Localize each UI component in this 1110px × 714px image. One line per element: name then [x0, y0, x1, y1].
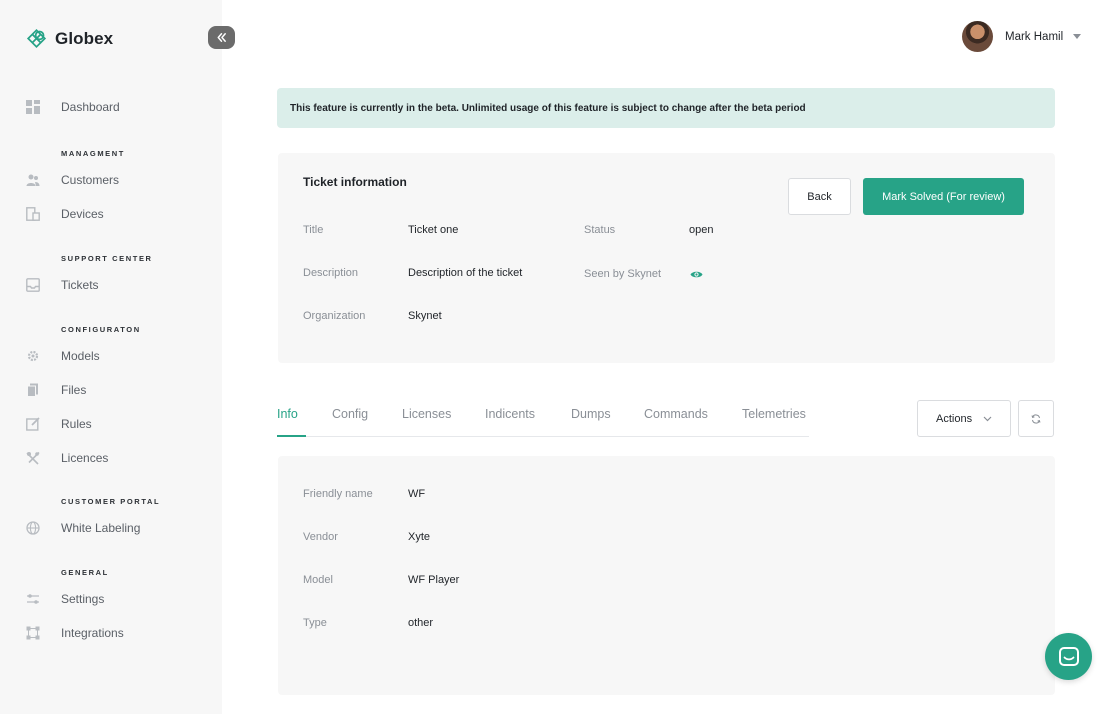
avatar: [962, 21, 993, 52]
sidebar-item-devices[interactable]: Devices: [26, 204, 104, 224]
section-label-portal: CUSTOMER PORTAL: [61, 497, 161, 506]
devices-icon: [26, 207, 40, 221]
tab-bar: Info Config Licenses Indicents Dumps Com…: [277, 403, 809, 437]
sidebar-item-label: Dashboard: [61, 100, 120, 114]
sidebar-item-label: Files: [61, 383, 87, 397]
model-value: WF Player: [408, 574, 460, 586]
sidebar-item-label: White Labeling: [61, 521, 141, 535]
sidebar-item-customers[interactable]: Customers: [26, 170, 119, 190]
users-icon: [26, 173, 40, 187]
sidebar-item-label: Devices: [61, 207, 104, 221]
globe-icon: [26, 521, 40, 535]
sidebar-item-label: Models: [61, 349, 100, 363]
card-title: Ticket information: [303, 175, 407, 189]
sidebar-item-tickets[interactable]: Tickets: [26, 275, 99, 295]
type-value: other: [408, 617, 434, 629]
tab-licenses[interactable]: Licenses: [402, 407, 451, 421]
tab-commands[interactable]: Commands: [644, 407, 708, 421]
section-label-configuration: CONFIGURATON: [61, 325, 141, 334]
tab-indicents[interactable]: Indicents: [485, 407, 535, 421]
sidebar-item-licences[interactable]: Licences: [26, 448, 108, 468]
sidebar-item-label: Rules: [61, 417, 92, 431]
actions-label: Actions: [936, 412, 973, 425]
sidebar-item-label: Customers: [61, 173, 120, 187]
sidebar-item-dashboard[interactable]: Dashboard: [26, 97, 120, 117]
vendor-value: Xyte: [408, 531, 431, 543]
chat-launcher-button[interactable]: [1045, 633, 1092, 680]
tab-info[interactable]: Info: [277, 407, 298, 421]
description-value: Description of the ticket: [408, 267, 523, 279]
chat-icon: [1058, 646, 1079, 666]
brand[interactable]: Globex: [26, 28, 113, 49]
sidebar-item-models[interactable]: Models: [26, 346, 100, 366]
friendly-name-label: Friendly name: [303, 488, 373, 500]
section-label-management: MANAGMENT: [61, 149, 125, 158]
tab-telemetries[interactable]: Telemetries: [742, 407, 806, 421]
user-name: Mark Hamil: [1005, 30, 1064, 43]
organization-value: Skynet: [408, 310, 442, 322]
sidebar: Globex Dashboard MANAGMENT Customers Dev…: [0, 0, 235, 714]
back-button[interactable]: Back: [788, 178, 851, 215]
user-menu[interactable]: Mark Hamil: [962, 21, 1082, 52]
beta-banner-text: This feature is currently in the beta. U…: [290, 102, 806, 114]
mark-solved-button[interactable]: Mark Solved (For review): [863, 178, 1024, 215]
sidebar-item-label: Integrations: [61, 626, 124, 640]
organization-label: Organization: [303, 310, 366, 322]
brand-name: Globex: [55, 28, 114, 48]
sidebar-item-files[interactable]: Files: [26, 380, 86, 400]
sidebar-item-rules[interactable]: Rules: [26, 414, 92, 434]
actions-dropdown[interactable]: Actions: [917, 400, 1011, 437]
gear-icon: [26, 349, 40, 363]
ticket-info-card: Ticket information Back Mark Solved (For…: [278, 153, 1055, 363]
sliders-icon: [26, 592, 40, 606]
friendly-name-value: WF: [408, 488, 426, 500]
title-label: Title: [303, 224, 324, 236]
sidebar-item-integrations[interactable]: Integrations: [26, 623, 124, 643]
tab-dumps[interactable]: Dumps: [571, 407, 611, 421]
device-info-card: Friendly name WF Vendor Xyte Model WF Pl…: [278, 456, 1055, 695]
status-value: open: [689, 224, 714, 236]
status-label: Status: [584, 224, 616, 236]
description-label: Description: [303, 267, 359, 279]
active-tab-indicator: [277, 435, 306, 437]
section-label-general: GENERAL: [61, 568, 109, 577]
inbox-icon: [26, 278, 40, 292]
refresh-button[interactable]: [1018, 400, 1054, 437]
beta-banner: This feature is currently in the beta. U…: [277, 88, 1055, 128]
edit-icon: [26, 417, 40, 431]
sidebar-item-label: Tickets: [61, 278, 99, 292]
collapse-sidebar-button[interactable]: [208, 26, 235, 49]
dashboard-icon: [26, 100, 40, 114]
sidebar-item-white-labeling[interactable]: White Labeling: [26, 518, 140, 538]
integrations-icon: [26, 626, 40, 640]
sidebar-item-label: Settings: [61, 592, 105, 606]
eye-icon: [690, 271, 703, 278]
model-label: Model: [303, 574, 333, 586]
files-icon: [26, 383, 40, 397]
title-value: Ticket one: [408, 224, 459, 236]
sidebar-item-label: Licences: [61, 451, 109, 465]
section-label-support: SUPPORT CENTER: [61, 254, 153, 263]
seen-by-label: Seen by Skynet: [584, 268, 662, 280]
refresh-icon: [1031, 413, 1041, 424]
tab-config[interactable]: Config: [332, 407, 368, 421]
tools-icon: [26, 451, 40, 465]
caret-down-icon: [1073, 34, 1082, 39]
type-label: Type: [303, 617, 327, 629]
chevron-down-icon: [983, 416, 992, 421]
vendor-label: Vendor: [303, 531, 338, 543]
double-chevron-left-icon: [217, 33, 226, 42]
globex-logo-icon: [26, 28, 47, 49]
sidebar-item-settings[interactable]: Settings: [26, 589, 104, 609]
